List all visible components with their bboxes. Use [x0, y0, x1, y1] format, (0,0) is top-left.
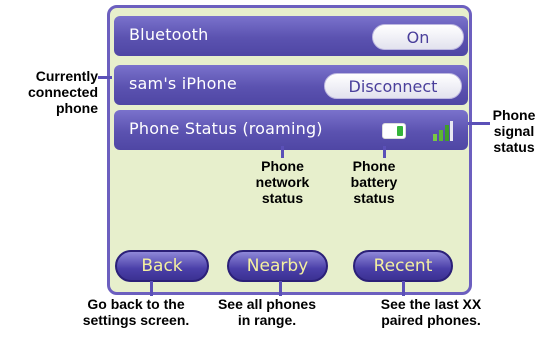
callout-line-network [281, 146, 284, 158]
callout-line-text: Phone [261, 158, 304, 174]
connected-device-row: sam's iPhone Disconnect [114, 65, 468, 105]
callout-line-text: See the last XX [380, 296, 482, 312]
callout-line-text: Phone [492, 107, 536, 123]
callout-line-text: Phone [352, 158, 396, 174]
callout-phone-signal: Phone signal status [490, 107, 538, 155]
recent-button[interactable]: Recent [353, 250, 453, 282]
callout-line-text: network [255, 174, 310, 190]
callout-line-text: in range. [237, 312, 297, 328]
callout-nearby: See all phones in range. [207, 296, 327, 328]
bluetooth-row: Bluetooth On [114, 16, 468, 56]
callout-line-connected [98, 76, 112, 79]
callout-line-recent [402, 281, 405, 296]
callout-line-text: status [353, 190, 395, 206]
phone-status-row: Phone Status (roaming) [114, 110, 468, 150]
battery-level-fill [397, 126, 403, 136]
callout-recent: See the last XX paired phones. [356, 296, 506, 328]
bluetooth-toggle-button[interactable]: On [372, 24, 464, 50]
callout-line-text: status [261, 190, 304, 206]
callout-line-text: signal [493, 123, 535, 139]
callout-currently-connected: Currently connected phone [2, 68, 98, 116]
callout-line-text: paired phones. [381, 312, 481, 328]
back-button[interactable]: Back [115, 250, 209, 282]
battery-icon [382, 123, 406, 139]
callout-phone-network: Phone network status [240, 158, 325, 206]
callout-line-battery [383, 146, 386, 158]
callout-back: Go back to the settings screen. [66, 296, 206, 328]
callout-line-text: Currently [35, 68, 98, 84]
bluetooth-label: Bluetooth [129, 25, 209, 44]
callout-line-signal [468, 122, 490, 125]
callout-line-text: battery [350, 174, 398, 190]
nearby-button[interactable]: Nearby [227, 250, 328, 282]
callout-line-text: status [493, 139, 535, 155]
phone-status-label: Phone Status (roaming) [129, 119, 323, 138]
callout-line-text: See all phones [217, 296, 317, 312]
callout-line-text: settings screen. [82, 312, 190, 328]
disconnect-button[interactable]: Disconnect [324, 73, 462, 99]
callout-phone-battery: Phone battery status [335, 158, 413, 206]
callout-line-text: Go back to the [87, 296, 185, 312]
callout-line-back [150, 281, 153, 296]
connected-device-name: sam's iPhone [129, 74, 237, 93]
callout-line-nearby [279, 281, 282, 296]
signal-strength-icon [433, 121, 453, 141]
callout-line-text: phone [56, 100, 98, 116]
callout-line-text: connected [27, 84, 98, 100]
phone-settings-screen: Bluetooth On sam's iPhone Disconnect Pho… [107, 5, 472, 295]
